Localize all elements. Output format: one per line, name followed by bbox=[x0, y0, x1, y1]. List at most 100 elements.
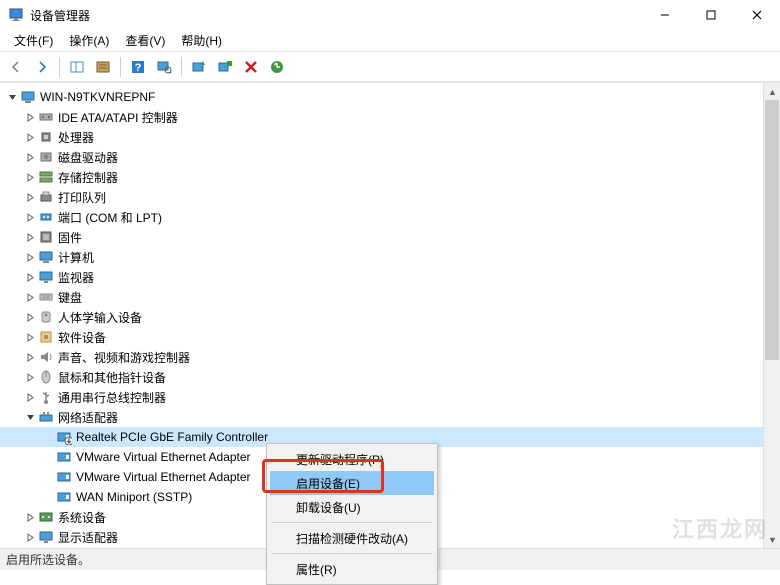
audio-icon bbox=[38, 349, 54, 365]
menu-help[interactable]: 帮助(H) bbox=[173, 30, 230, 51]
expand-icon[interactable] bbox=[22, 509, 38, 525]
storage-icon bbox=[38, 169, 54, 185]
expand-icon[interactable] bbox=[22, 189, 38, 205]
tree-item-label: 网络适配器 bbox=[58, 409, 118, 426]
vertical-scrollbar[interactable]: ▲ ▼ bbox=[763, 83, 780, 548]
expander-placeholder bbox=[40, 469, 56, 485]
update-driver-button[interactable] bbox=[187, 55, 211, 79]
uninstall-button[interactable] bbox=[239, 55, 263, 79]
context-menu-enable[interactable]: 启用设备(E) bbox=[270, 471, 434, 495]
tree-category[interactable]: 存储控制器 bbox=[0, 167, 780, 187]
tree-category[interactable]: 声音、视频和游戏控制器 bbox=[0, 347, 780, 367]
expand-icon[interactable] bbox=[22, 329, 38, 345]
expand-icon[interactable] bbox=[22, 309, 38, 325]
tree-category[interactable]: IDE ATA/ATAPI 控制器 bbox=[0, 107, 780, 127]
usb-icon bbox=[38, 389, 54, 405]
tree-item-label: 人体学输入设备 bbox=[58, 309, 142, 326]
system-icon bbox=[38, 509, 54, 525]
tree-category[interactable]: 端口 (COM 和 LPT) bbox=[0, 207, 780, 227]
context-menu: 更新驱动程序(P)启用设备(E)卸载设备(U) 扫描检测硬件改动(A) 属性(R) bbox=[266, 443, 438, 585]
tree-item-label: IDE ATA/ATAPI 控制器 bbox=[58, 109, 178, 126]
nic-icon bbox=[56, 469, 72, 485]
menu-file[interactable]: 文件(F) bbox=[6, 30, 61, 51]
scroll-down-button[interactable]: ▼ bbox=[764, 531, 780, 548]
scroll-thumb[interactable] bbox=[765, 100, 779, 360]
collapse-icon[interactable] bbox=[4, 89, 20, 105]
back-button[interactable] bbox=[4, 55, 28, 79]
hid-icon bbox=[38, 309, 54, 325]
context-menu-properties[interactable]: 属性(R) bbox=[270, 557, 434, 581]
menu-bar: 文件(F) 操作(A) 查看(V) 帮助(H) bbox=[0, 30, 780, 52]
enable-device-button[interactable] bbox=[213, 55, 237, 79]
svg-text:?: ? bbox=[135, 62, 142, 74]
expand-icon[interactable] bbox=[22, 129, 38, 145]
show-hide-console-button[interactable] bbox=[65, 55, 89, 79]
tree-category[interactable]: 计算机 bbox=[0, 247, 780, 267]
expand-icon[interactable] bbox=[22, 149, 38, 165]
context-menu-separator bbox=[272, 522, 432, 523]
expand-icon[interactable] bbox=[22, 269, 38, 285]
expand-icon[interactable] bbox=[22, 209, 38, 225]
context-menu-scan[interactable]: 扫描检测硬件改动(A) bbox=[270, 526, 434, 550]
scroll-up-button[interactable]: ▲ bbox=[764, 83, 780, 100]
tree-item-label: 通用串行总线控制器 bbox=[58, 389, 166, 406]
tree-item-label: 系统设备 bbox=[58, 509, 106, 526]
tree-category-network[interactable]: 网络适配器 bbox=[0, 407, 780, 427]
tree-category[interactable]: 磁盘驱动器 bbox=[0, 147, 780, 167]
software-icon bbox=[38, 329, 54, 345]
tree-category[interactable]: 人体学输入设备 bbox=[0, 307, 780, 327]
tree-category[interactable]: 打印队列 bbox=[0, 187, 780, 207]
tree-category[interactable]: 软件设备 bbox=[0, 327, 780, 347]
computer-icon bbox=[20, 89, 36, 105]
tree-category[interactable]: 固件 bbox=[0, 227, 780, 247]
expander-placeholder bbox=[40, 489, 56, 505]
menu-action[interactable]: 操作(A) bbox=[61, 30, 117, 51]
expand-icon[interactable] bbox=[22, 109, 38, 125]
tree-root[interactable]: WIN-N9TKVNREPNF bbox=[0, 87, 780, 107]
tree-category[interactable]: 鼠标和其他指针设备 bbox=[0, 367, 780, 387]
nic-icon bbox=[56, 489, 72, 505]
help-button[interactable]: ? bbox=[126, 55, 150, 79]
menu-view[interactable]: 查看(V) bbox=[117, 30, 173, 51]
tree-item-label: 打印队列 bbox=[58, 189, 106, 206]
expand-icon[interactable] bbox=[22, 369, 38, 385]
close-button[interactable] bbox=[734, 0, 780, 30]
tree-item-label: 监视器 bbox=[58, 269, 94, 286]
nic-icon bbox=[56, 429, 72, 445]
refresh-button[interactable] bbox=[265, 55, 289, 79]
expand-icon[interactable] bbox=[22, 169, 38, 185]
context-menu-update[interactable]: 更新驱动程序(P) bbox=[270, 447, 434, 471]
tree-category[interactable]: 通用串行总线控制器 bbox=[0, 387, 780, 407]
toolbar: ? bbox=[0, 52, 780, 82]
tree-item-label: Realtek PCIe GbE Family Controller bbox=[76, 430, 268, 444]
scan-button[interactable] bbox=[152, 55, 176, 79]
properties-button[interactable] bbox=[91, 55, 115, 79]
display-icon bbox=[38, 529, 54, 545]
mouse-icon bbox=[38, 369, 54, 385]
expand-icon[interactable] bbox=[22, 249, 38, 265]
tree-category[interactable]: 键盘 bbox=[0, 287, 780, 307]
expand-icon[interactable] bbox=[22, 289, 38, 305]
tree-item-label: 软件设备 bbox=[58, 329, 106, 346]
tree-item-label: 鼠标和其他指针设备 bbox=[58, 369, 166, 386]
context-menu-uninstall[interactable]: 卸载设备(U) bbox=[270, 495, 434, 519]
monitor-icon bbox=[38, 269, 54, 285]
computer-icon bbox=[38, 249, 54, 265]
expand-icon[interactable] bbox=[22, 529, 38, 545]
maximize-button[interactable] bbox=[688, 0, 734, 30]
title-bar: 设备管理器 bbox=[0, 0, 780, 30]
window-title: 设备管理器 bbox=[30, 7, 642, 24]
minimize-button[interactable] bbox=[642, 0, 688, 30]
expand-icon[interactable] bbox=[22, 349, 38, 365]
forward-button[interactable] bbox=[30, 55, 54, 79]
tree-category[interactable]: 监视器 bbox=[0, 267, 780, 287]
collapse-icon[interactable] bbox=[22, 409, 38, 425]
ide-icon bbox=[38, 109, 54, 125]
tree-item-label: 计算机 bbox=[58, 249, 94, 266]
cpu-icon bbox=[38, 129, 54, 145]
expand-icon[interactable] bbox=[22, 389, 38, 405]
printer-icon bbox=[38, 189, 54, 205]
toolbar-separator bbox=[59, 57, 60, 77]
expand-icon[interactable] bbox=[22, 229, 38, 245]
tree-category[interactable]: 处理器 bbox=[0, 127, 780, 147]
